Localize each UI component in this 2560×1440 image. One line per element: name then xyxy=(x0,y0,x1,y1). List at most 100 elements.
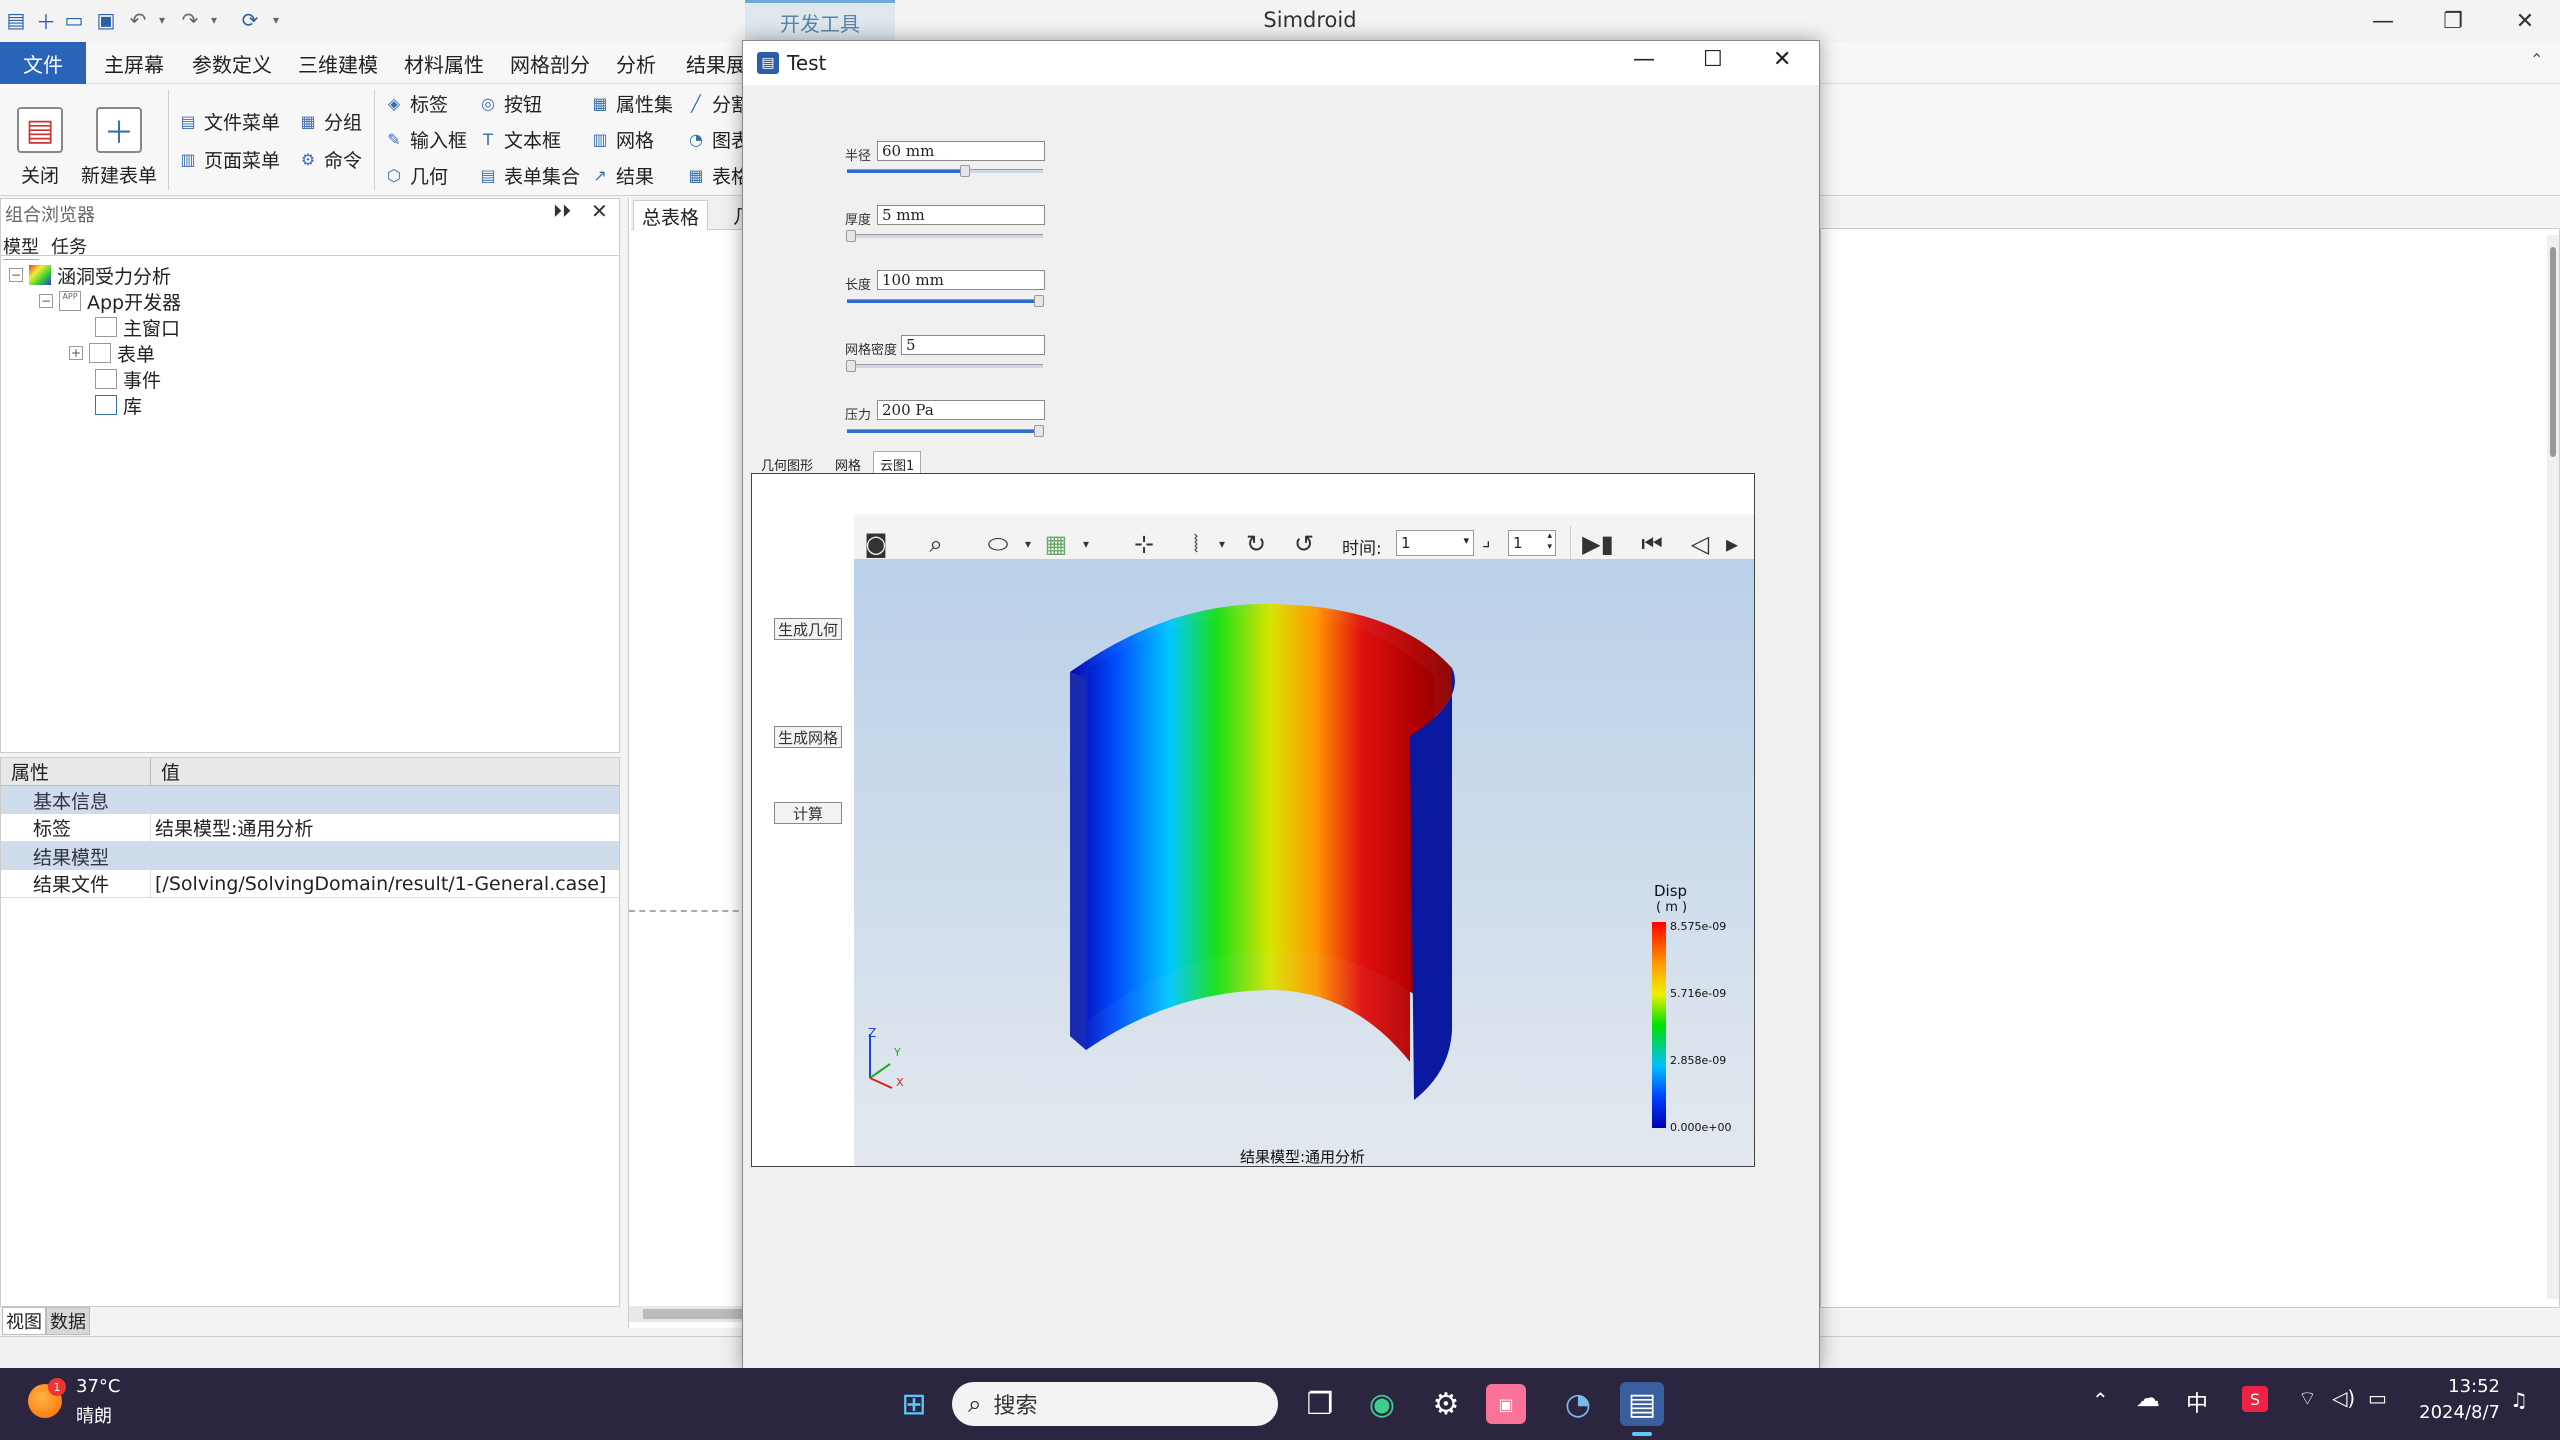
collapse-ribbon-icon[interactable]: ⌃ xyxy=(2530,50,2543,69)
battery-icon[interactable]: ▭ xyxy=(2368,1386,2387,1410)
param-radius-slider[interactable] xyxy=(847,165,1043,177)
prev-frame-icon[interactable]: ◁ xyxy=(1682,526,1718,562)
scroll-thumb[interactable] xyxy=(643,1309,743,1319)
step-spinbox[interactable]: 1 ▴ ▾ xyxy=(1508,530,1556,556)
expand-icon[interactable]: + xyxy=(69,346,83,360)
text-box-button[interactable]: T 文本框 xyxy=(478,124,561,154)
tray-chevron-icon[interactable]: ⌃ xyxy=(2092,1388,2109,1412)
props-row-label[interactable]: 标签 结果模型:通用分析 xyxy=(1,814,619,842)
menu-analysis[interactable]: 分析 xyxy=(616,42,656,84)
clock-date[interactable]: 2024/8/7 xyxy=(2410,1402,2500,1423)
undo-dropdown-icon[interactable]: ▾ xyxy=(148,6,176,34)
task-view-icon[interactable]: ❐ xyxy=(1294,1378,1346,1430)
collapse-icon[interactable]: − xyxy=(39,294,53,308)
dropdown-icon[interactable]: ▾ xyxy=(1204,526,1240,562)
dialog-maximize-icon[interactable]: ☐ xyxy=(1703,47,1723,72)
mesh-button[interactable]: ▥ 网格 xyxy=(590,124,654,154)
tree-main-window[interactable]: 主窗口 xyxy=(95,314,180,340)
geometry-button[interactable]: ⬡ 几何 xyxy=(384,160,448,190)
generate-geometry-button[interactable]: 生成几何 xyxy=(774,618,842,640)
first-frame-icon[interactable]: ⏮ xyxy=(1634,526,1670,562)
param-radius-input[interactable]: 60 mm xyxy=(877,141,1045,161)
chart-button[interactable]: ◔ 图表 xyxy=(686,124,750,154)
table-button[interactable]: ▦ 表格 xyxy=(686,160,750,190)
props-value[interactable]: 结果模型:通用分析 xyxy=(151,814,313,841)
close-icon[interactable]: ✕ xyxy=(2490,4,2560,38)
wifi-icon[interactable]: ⌔ xyxy=(2298,1386,2317,1411)
command-button[interactable]: ⚙ 命令 xyxy=(298,144,362,174)
search-box[interactable]: ⌕ 搜索 xyxy=(952,1382,1278,1426)
menu-meshing[interactable]: 网格剖分 xyxy=(510,42,590,84)
dropdown-icon[interactable]: ▾ xyxy=(1068,526,1104,562)
ime-indicator[interactable]: 中 xyxy=(2186,1386,2208,1418)
restore-icon[interactable]: ❐ xyxy=(2418,4,2488,38)
menu-results[interactable]: 结果展 xyxy=(686,42,746,84)
param-mesh-density-slider[interactable] xyxy=(845,360,1043,372)
param-pressure-input[interactable]: 200 Pa xyxy=(877,400,1045,420)
form-set-button[interactable]: ▤ 表单集合 xyxy=(478,160,580,190)
dialog-minimize-icon[interactable]: — xyxy=(1633,47,1655,72)
result-button[interactable]: ↗ 结果 xyxy=(590,160,654,190)
rotate-ccw-icon[interactable]: ↺ xyxy=(1286,526,1322,562)
param-length-input[interactable]: 100 mm xyxy=(877,270,1045,290)
minimize-icon[interactable]: — xyxy=(2348,4,2418,38)
volume-icon[interactable]: ◁) xyxy=(2332,1386,2355,1410)
page-menu-button[interactable]: ▥ 页面菜单 xyxy=(178,144,280,174)
input-box-button[interactable]: ✎ 输入框 xyxy=(384,124,467,154)
param-thickness-slider[interactable] xyxy=(845,230,1043,242)
new-form-button[interactable]: ＋ 新建表单 xyxy=(78,92,160,188)
clock-time[interactable]: 13:52 xyxy=(2430,1376,2500,1397)
rotate-cw-icon[interactable]: ↻ xyxy=(1238,526,1274,562)
browser-close-icon[interactable]: ✕ xyxy=(591,199,608,223)
attr-set-button[interactable]: ▦ 属性集 xyxy=(590,88,673,118)
tab-mesh[interactable]: 网格 xyxy=(835,455,861,474)
label-button[interactable]: ◈ 标签 xyxy=(384,88,448,118)
slider-knob[interactable] xyxy=(1034,425,1045,437)
tab-contour[interactable]: 云图1 xyxy=(873,451,922,474)
app-swirl-icon[interactable]: ◔ xyxy=(1552,1378,1604,1430)
tab-geometry[interactable]: 几何图形 xyxy=(761,455,813,474)
new-icon[interactable]: ＋ xyxy=(32,6,60,34)
tree-root[interactable]: − 涵洞受力分析 xyxy=(9,262,171,288)
close-button[interactable]: ▤ 关闭 xyxy=(0,92,80,188)
menu-material[interactable]: 材料属性 xyxy=(404,42,484,84)
time-select[interactable]: 1 ▾ xyxy=(1396,530,1474,556)
video-record-icon[interactable]: ▶▮ xyxy=(1580,526,1616,562)
slider-knob[interactable] xyxy=(959,165,970,177)
collapse-icon[interactable]: − xyxy=(9,268,23,282)
weather-temp[interactable]: 37°C xyxy=(76,1376,120,1397)
sogou-icon[interactable]: S xyxy=(2242,1386,2268,1412)
tree-library[interactable]: 库 xyxy=(95,392,142,418)
file-menu-button[interactable]: ▤ 文件菜单 xyxy=(178,106,280,136)
zoom-icon[interactable]: ⌕ xyxy=(918,526,954,562)
menu-home[interactable]: 主屏幕 xyxy=(104,42,164,84)
pin-icon[interactable]: ⏵⏵ xyxy=(553,201,571,222)
onedrive-icon[interactable]: ☁ xyxy=(2136,1384,2160,1412)
dialog-close-icon[interactable]: ✕ xyxy=(1773,47,1791,72)
vscrollbar[interactable] xyxy=(2547,235,2559,1299)
redo-dropdown-icon[interactable]: ▾ xyxy=(200,6,228,34)
customize-dropdown-icon[interactable]: ▾ xyxy=(262,6,290,34)
3d-canvas[interactable] xyxy=(854,560,1754,1166)
props-row-file[interactable]: 结果文件 [/Solving/SolvingDomain/result/1-Ge… xyxy=(1,870,619,898)
tab-view[interactable]: 视图 xyxy=(2,1307,46,1335)
menu-file[interactable]: 文件 xyxy=(0,42,86,84)
props-value[interactable]: [/Solving/SolvingDomain/result/1-General… xyxy=(151,873,606,895)
bilibili-icon[interactable]: ▣ xyxy=(1486,1384,1526,1424)
simdroid-taskbar-icon[interactable]: ▤ xyxy=(1620,1382,1664,1426)
dev-tools-tab[interactable]: 开发工具 xyxy=(745,0,895,42)
spin-arrows-icon[interactable]: ▴ ▾ xyxy=(1547,531,1552,553)
more-icon[interactable]: ▸ xyxy=(1714,526,1750,562)
tab-data[interactable]: 数据 xyxy=(46,1307,90,1335)
slider-knob[interactable] xyxy=(845,230,856,242)
slider-knob[interactable] xyxy=(1034,295,1045,307)
split-button[interactable]: ╱ 分割 xyxy=(686,88,750,118)
camera-icon[interactable]: ◙ xyxy=(858,526,894,562)
param-length-slider[interactable] xyxy=(847,295,1045,307)
scroll-thumb[interactable] xyxy=(2550,247,2556,457)
open-folder-icon[interactable]: ▭ xyxy=(60,6,88,34)
tree-event[interactable]: 事件 xyxy=(95,366,161,392)
compute-button[interactable]: 计算 xyxy=(774,802,842,824)
start-icon[interactable]: ⊞ xyxy=(888,1378,940,1430)
tree-app[interactable]: − APP App开发器 xyxy=(39,288,181,314)
